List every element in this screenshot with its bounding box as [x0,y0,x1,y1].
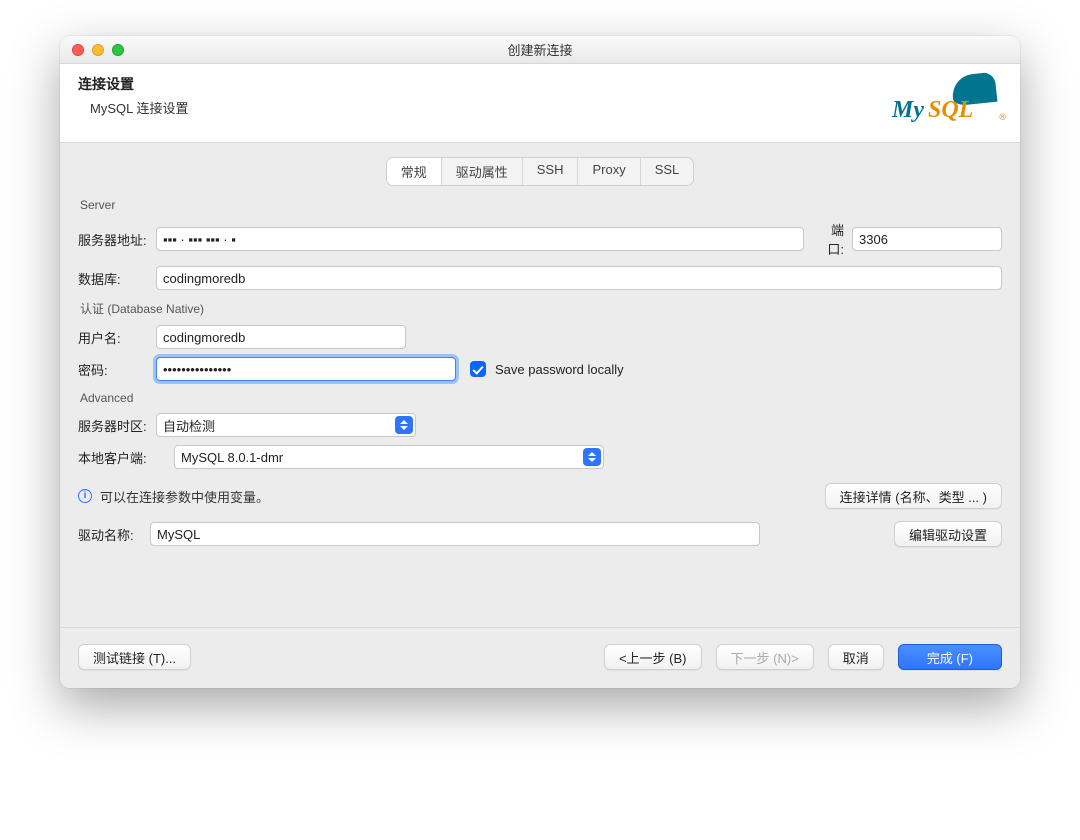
local-client-label: 本地客户端: [78,448,164,467]
port-label: 端口: [804,220,852,258]
timezone-label: 服务器时区: [78,416,156,435]
info-text: 可以在连接参数中使用变量。 [100,487,269,506]
chevron-down-icon [583,448,601,466]
zoom-icon[interactable] [112,44,124,56]
host-label: 服务器地址: [78,230,156,249]
tabbar: 常规 驱动属性 SSH Proxy SSL [78,157,1002,186]
group-server-title: Server [80,198,1000,212]
close-icon[interactable] [72,44,84,56]
port-input[interactable] [852,227,1002,251]
username-label: 用户名: [78,328,156,347]
test-connection-button[interactable]: 测试链接 (T)... [78,644,191,670]
tab-ssl[interactable]: SSL [641,158,694,185]
host-input[interactable] [156,227,804,251]
titlebar: 创建新连接 [60,36,1020,64]
body: 常规 驱动属性 SSH Proxy SSL Server 服务器地址: 端口: … [60,143,1020,627]
back-button[interactable]: <上一步 (B) [604,644,702,670]
edit-driver-button[interactable]: 编辑驱动设置 [894,521,1002,547]
username-input[interactable] [156,325,406,349]
page-subtitle: MySQL 连接设置 [90,98,188,117]
chevron-down-icon [395,416,413,434]
password-input[interactable] [156,357,456,381]
local-client-value: MySQL 8.0.1-dmr [181,450,283,465]
timezone-select[interactable]: 自动检测 [156,413,416,437]
timezone-value: 自动检测 [163,416,215,435]
footer: 测试链接 (T)... <上一步 (B) 下一步 (N)> 取消 完成 (F) [60,627,1020,688]
header: 连接设置 MySQL 连接设置 MySQL® [60,64,1020,143]
database-label: 数据库: [78,269,156,288]
group-advanced-title: Advanced [80,391,1000,405]
dialog-window: 创建新连接 连接设置 MySQL 连接设置 MySQL® 常规 驱动属性 SSH… [60,36,1020,688]
save-password-checkbox[interactable] [470,361,486,377]
connection-details-button[interactable]: 连接详情 (名称、类型 ... ) [825,483,1002,509]
tab-ssh[interactable]: SSH [523,158,579,185]
tab-general[interactable]: 常规 [387,158,442,185]
password-label: 密码: [78,360,156,379]
save-password-label: Save password locally [495,362,624,377]
group-auth-title: 认证 (Database Native) [80,300,1000,317]
driver-name-label: 驱动名称: [78,525,140,544]
database-input[interactable] [156,266,1002,290]
group-advanced: Advanced 服务器时区: 自动检测 本地客户端: MySQL 8.0.1-… [78,391,1002,469]
minimize-icon[interactable] [92,44,104,56]
group-server: Server 服务器地址: 端口: 数据库: [78,198,1002,290]
window-title: 创建新连接 [60,40,1020,59]
mysql-logo: MySQL® [892,74,1002,130]
tab-proxy[interactable]: Proxy [578,158,640,185]
page-title: 连接设置 [78,74,188,94]
group-auth: 认证 (Database Native) 用户名: 密码: Save passw… [78,300,1002,381]
driver-name-input[interactable] [150,522,760,546]
cancel-button[interactable]: 取消 [828,644,884,670]
finish-button[interactable]: 完成 (F) [898,644,1002,670]
next-button: 下一步 (N)> [716,644,814,670]
tab-driver-props[interactable]: 驱动属性 [442,158,523,185]
window-controls [72,44,124,56]
local-client-select[interactable]: MySQL 8.0.1-dmr [174,445,604,469]
info-icon: i [78,489,92,503]
